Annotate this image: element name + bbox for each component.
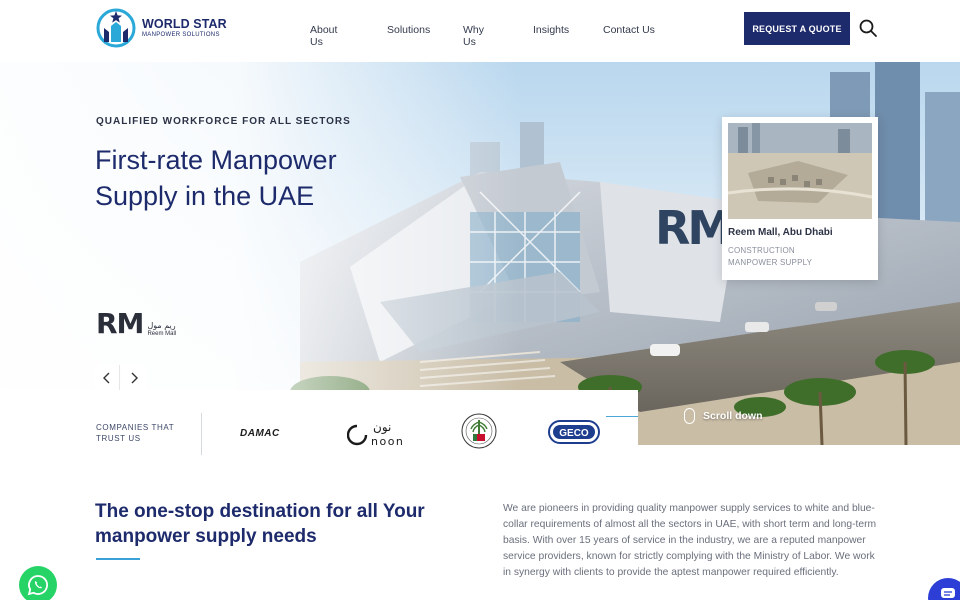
star-tower-logo-icon xyxy=(96,8,136,48)
search-icon[interactable] xyxy=(858,18,878,38)
live-chat-button[interactable] xyxy=(928,578,960,600)
scroll-down-indicator[interactable]: Scroll down xyxy=(606,408,763,424)
client-emblem-icon xyxy=(461,413,497,449)
chevron-left-icon xyxy=(103,372,110,383)
intro-title: The one-stop destination for all Your ma… xyxy=(95,501,425,547)
nav-solutions[interactable]: Solutions xyxy=(387,24,430,36)
nav-contact-us[interactable]: Contact Us xyxy=(603,24,655,36)
clients-divider xyxy=(201,413,202,455)
project-tag-line2: MANPOWER SUPPLY xyxy=(728,258,813,267)
scroll-down-label: Scroll down xyxy=(703,410,763,422)
chevron-right-icon xyxy=(131,372,138,383)
reem-mall-logo: RM ريم مول Reem Mall xyxy=(96,310,176,338)
brand-name: WORLD STAR xyxy=(142,17,227,31)
client-logo-damac: DAMAC xyxy=(240,428,280,439)
intro-underline xyxy=(96,558,140,560)
whatsapp-icon xyxy=(27,575,48,596)
hero-title: First-rate Manpower Supply in the UAE xyxy=(95,145,337,211)
clients-strip: COMPANIES THAT TRUST US DAMAC نون noon G… xyxy=(0,390,638,455)
noon-arabic-text: نون xyxy=(373,420,391,435)
noon-latin-text: noon xyxy=(371,435,404,448)
slider-prev-button[interactable] xyxy=(95,365,120,390)
mouse-icon xyxy=(684,408,695,424)
brand-logo[interactable]: WORLD STAR MANPOWER SOLUTIONS xyxy=(96,8,227,48)
client-logo-geco: GECO xyxy=(548,420,600,444)
hero-eyebrow: QUALIFIED WORKFORCE FOR ALL SECTORS xyxy=(96,116,351,127)
request-quote-button[interactable]: REQUEST A QUOTE xyxy=(744,12,850,45)
rm-logo-side: ريم مول Reem Mall xyxy=(147,322,176,338)
hero-slider: RM QUALIFIED WORKFORCE FOR ALL SECTORS F… xyxy=(0,62,960,445)
site-header: WORLD STAR MANPOWER SOLUTIONS About Us S… xyxy=(0,0,960,62)
whatsapp-button[interactable] xyxy=(19,566,57,600)
rm-logo-mark: RM xyxy=(96,307,144,340)
nav-insights[interactable]: Insights xyxy=(533,24,569,36)
scroll-line xyxy=(606,415,638,417)
slider-next-button[interactable] xyxy=(121,365,146,390)
project-tag: CONSTRUCTION MANPOWER SUPPLY xyxy=(728,245,872,269)
brand-subtitle: MANPOWER SOLUTIONS xyxy=(142,32,220,38)
svg-text:RM: RM xyxy=(655,201,730,255)
project-thumbnail xyxy=(728,123,872,219)
nav-why-us[interactable]: Why Us xyxy=(463,24,484,48)
project-tag-line1: CONSTRUCTION xyxy=(728,246,795,255)
intro-text: We are pioneers in providing quality man… xyxy=(503,503,877,578)
rm-logo-label: Reem Mall xyxy=(147,331,177,337)
client-logo-noon: نون noon xyxy=(347,420,404,448)
project-card[interactable]: Reem Mall, Abu Dhabi CONSTRUCTION MANPOW… xyxy=(722,117,878,280)
rm-logo-arabic: ريم مول xyxy=(147,321,176,330)
geco-text: GECO xyxy=(559,428,589,439)
project-name: Reem Mall, Abu Dhabi xyxy=(728,227,833,238)
chat-bubble-icon xyxy=(941,588,955,598)
clients-label: COMPANIES THAT TRUST US xyxy=(96,423,175,443)
nav-about-us[interactable]: About Us xyxy=(310,24,337,48)
